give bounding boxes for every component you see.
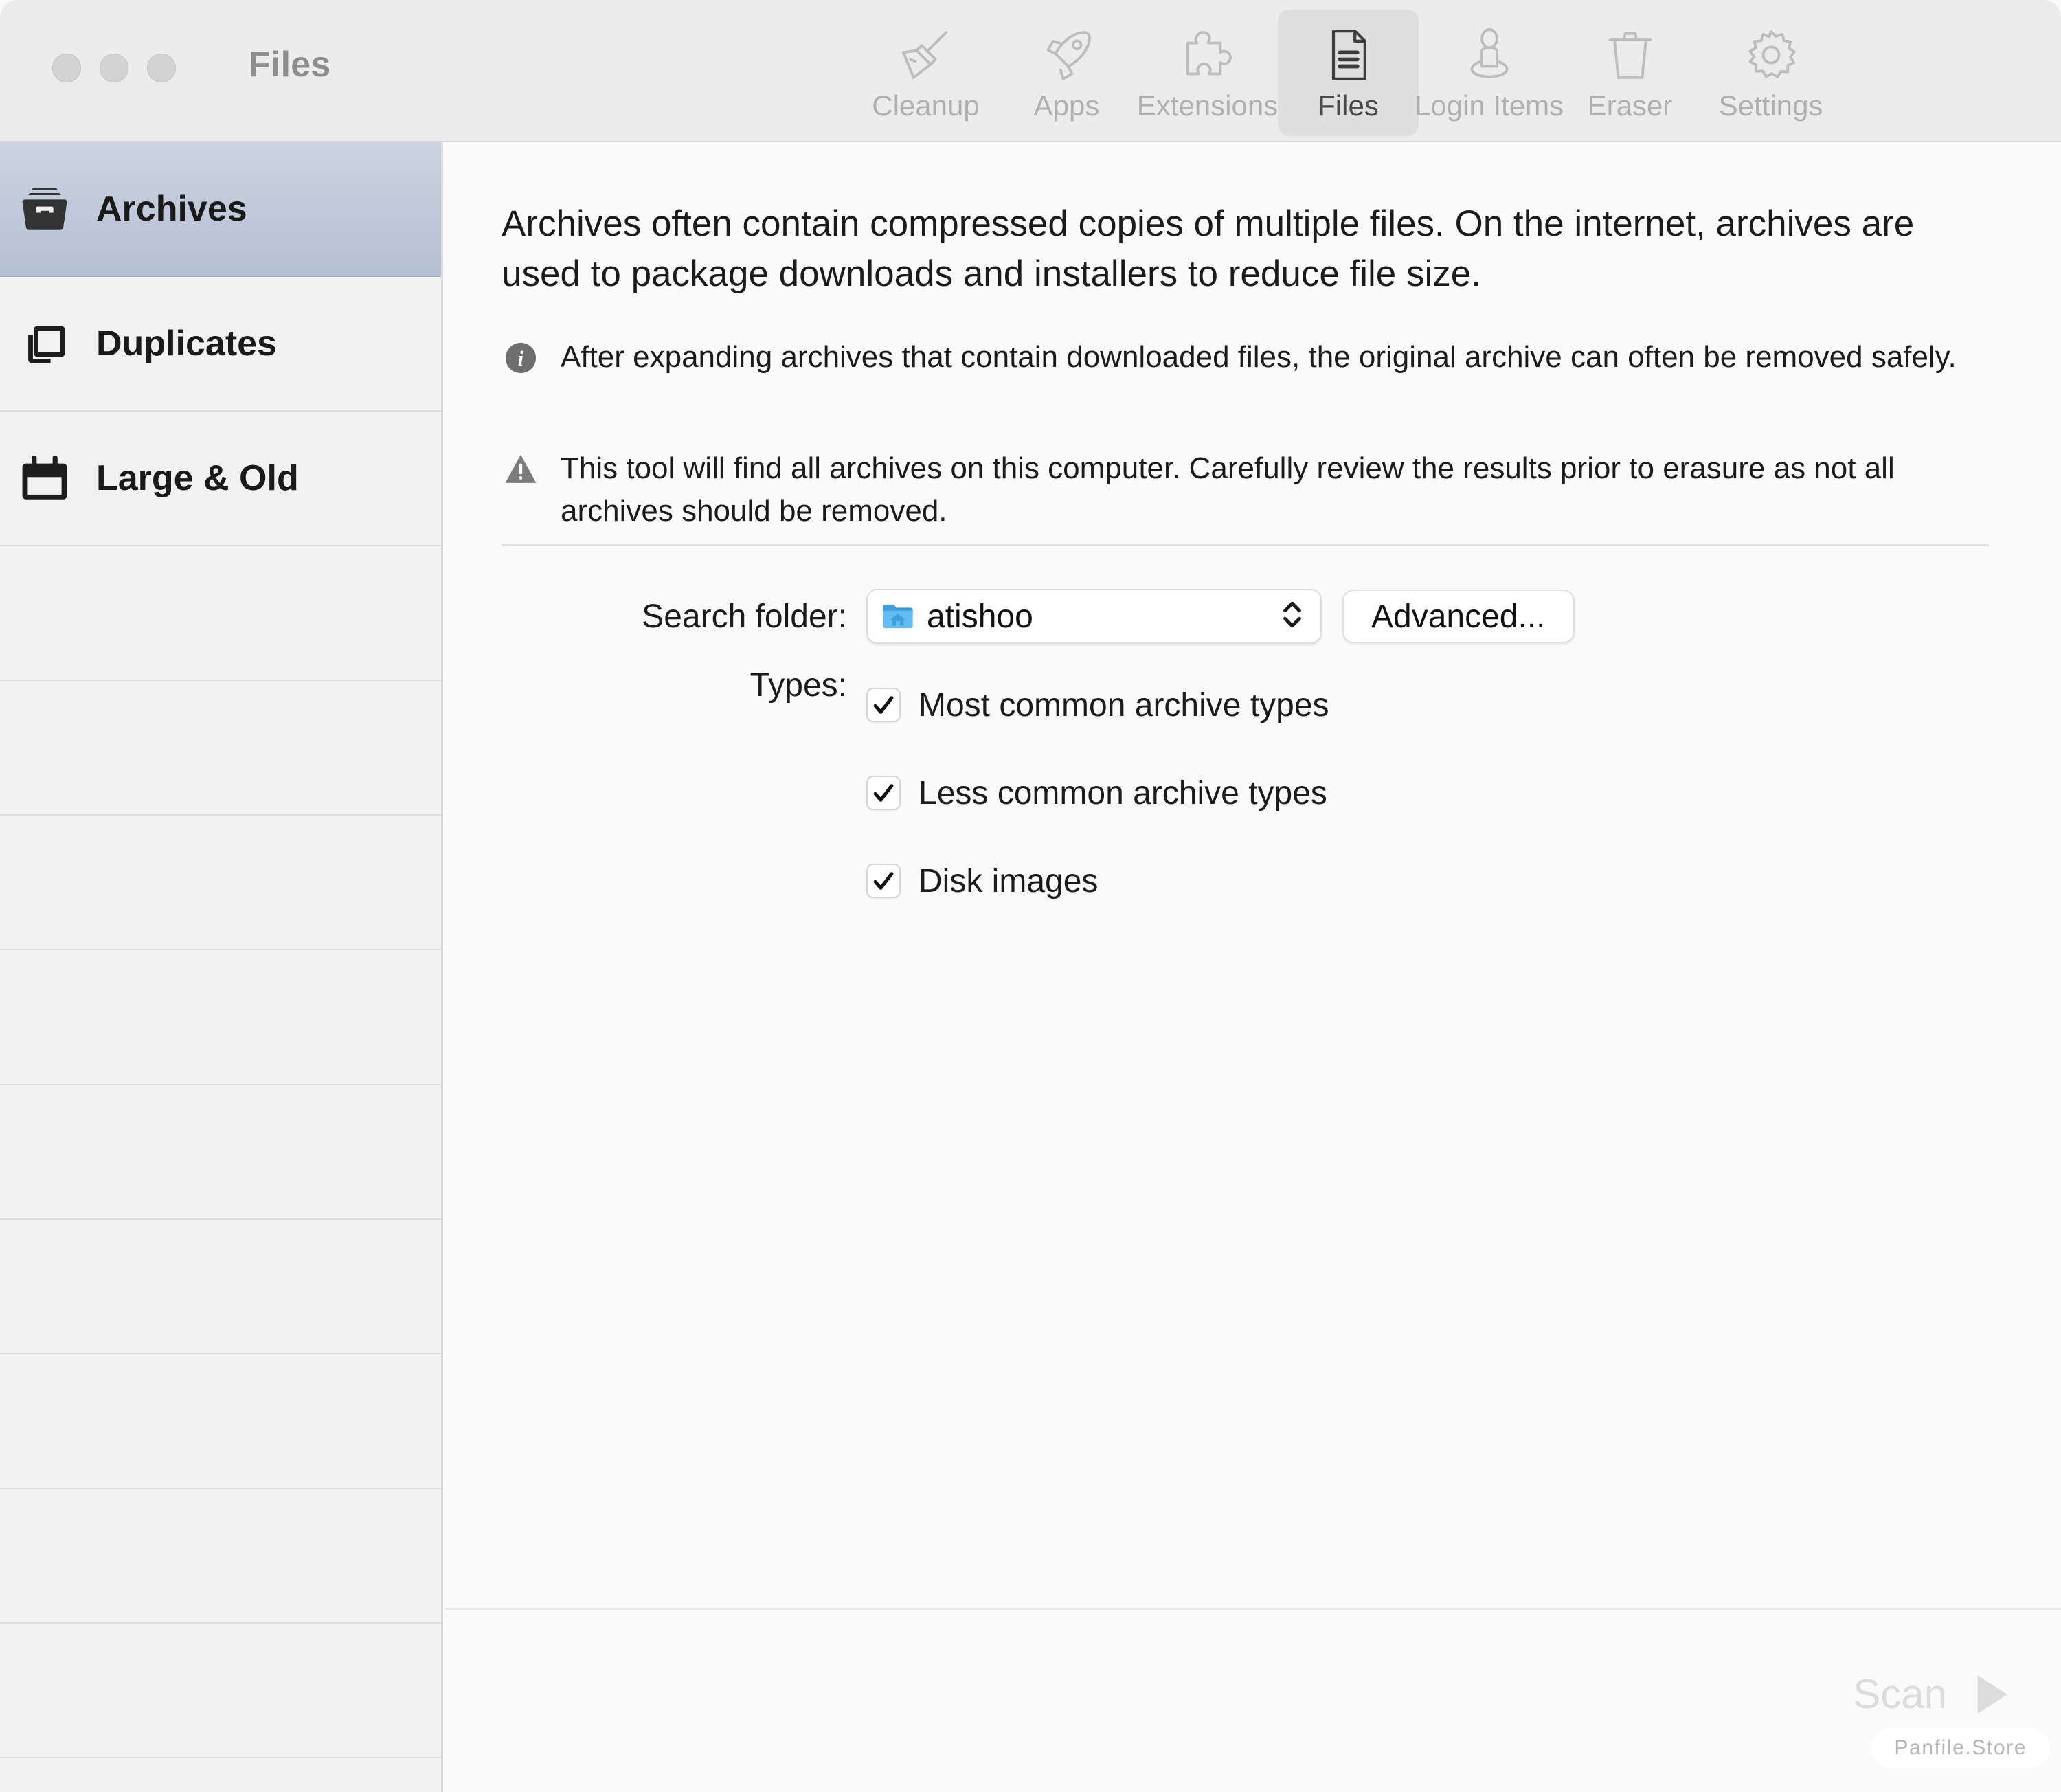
checkbox-row-most-common[interactable]: Most common archive types (866, 661, 1329, 749)
info-note-text: After expanding archives that contain do… (561, 340, 1957, 374)
warning-note-text: This tool will find all archives on this… (561, 451, 1895, 528)
sidebar-empty-row (0, 1085, 441, 1220)
scan-button[interactable]: Scan (1853, 1670, 2013, 1718)
bottom-bar: Scan Panfile.Store (445, 1608, 2061, 1792)
sidebar-empty-row (0, 816, 441, 950)
toolbar: Cleanup Apps Extensions Files Login Item… (855, 10, 1841, 136)
toolbar-label: Extensions (1136, 89, 1279, 122)
toolbar-item-eraser[interactable]: Eraser (1559, 10, 1700, 136)
search-folder-label: Search folder: (642, 598, 847, 635)
advanced-button[interactable]: Advanced... (1342, 590, 1575, 643)
scan-button-label: Scan (1853, 1671, 1947, 1717)
app-window: Files Cleanup Apps Extensions Files Logi… (0, 0, 2061, 1792)
window-title: Files (249, 45, 331, 85)
checkbox-label: Disk images (919, 862, 1099, 899)
home-folder-icon (880, 598, 916, 634)
search-folder-row: Search folder: atishoo Advanced... (445, 589, 2061, 644)
sidebar-empty-row (0, 1220, 441, 1354)
sidebar-empty-row (0, 681, 441, 816)
sidebar-empty-row (0, 1489, 441, 1624)
chevron-up-down-icon (1279, 595, 1305, 638)
play-triangle-icon (1970, 1672, 2013, 1717)
toolbar-item-apps[interactable]: Apps (996, 10, 1137, 136)
close-button[interactable] (52, 54, 81, 82)
checkbox-row-less-common[interactable]: Less common archive types (866, 749, 1329, 837)
toolbar-item-files[interactable]: Files (1278, 10, 1419, 136)
checkbox-disk-images[interactable] (866, 864, 901, 898)
svg-text:i: i (518, 347, 524, 370)
broom-icon (896, 25, 956, 85)
sidebar-item-label: Archives (96, 189, 247, 229)
main-content: Archives often contain compressed copies… (445, 142, 2061, 1792)
sidebar-empty-row (0, 1354, 441, 1489)
person-icon (1459, 25, 1520, 85)
info-note: i After expanding archives that contain … (502, 336, 1999, 379)
checkbox-label: Most common archive types (919, 686, 1329, 724)
checkbox-less-common[interactable] (866, 776, 901, 810)
traffic-light-group (52, 54, 176, 82)
toolbar-item-extensions[interactable]: Extensions (1137, 10, 1278, 136)
watermark-badge: Panfile.Store (1871, 1728, 2050, 1768)
checkbox-row-disk-images[interactable]: Disk images (866, 837, 1329, 925)
intro-paragraph: Archives often contain compressed copies… (502, 203, 1915, 294)
search-folder-value: atishoo (927, 598, 1033, 635)
checkbox-most-common[interactable] (866, 688, 901, 722)
sidebar-item-duplicates[interactable]: Duplicates (0, 277, 441, 412)
trash-icon (1600, 25, 1660, 85)
sidebar-empty-row (0, 950, 441, 1085)
content-divider (502, 544, 1989, 546)
calendar-icon (15, 450, 74, 506)
toolbar-label: Cleanup (872, 89, 980, 122)
sidebar-item-archives[interactable]: Archives (0, 142, 441, 277)
types-row: Types: Most common archive types Less co… (445, 661, 2061, 925)
toolbar-label: Eraser (1587, 89, 1673, 122)
checkbox-label: Less common archive types (919, 774, 1327, 811)
warning-note: This tool will find all archives on this… (502, 447, 1999, 533)
toolbar-item-login-items[interactable]: Login Items (1415, 10, 1564, 136)
zoom-button[interactable] (147, 54, 176, 82)
sidebar-item-large-and-old[interactable]: Large & Old (0, 412, 441, 546)
sidebar: Archives Duplicates Large & Old (0, 142, 443, 1792)
toolbar-label: Apps (1033, 89, 1100, 122)
gear-icon (1741, 25, 1801, 85)
document-icon (1318, 25, 1379, 85)
toolbar-label: Login Items (1414, 89, 1564, 122)
types-label: Types: (750, 667, 847, 704)
sidebar-item-label: Duplicates (96, 324, 277, 363)
toolbar-item-settings[interactable]: Settings (1700, 10, 1841, 136)
info-icon: i (502, 340, 540, 376)
titlebar: Files Cleanup Apps Extensions Files Logi… (0, 0, 2061, 142)
warning-icon (502, 451, 540, 487)
sidebar-empty-row (0, 546, 441, 681)
archive-box-icon (15, 181, 74, 237)
puzzle-piece-icon (1178, 25, 1238, 85)
search-folder-popup-button[interactable]: atishoo (866, 589, 1322, 644)
toolbar-label: Files (1318, 89, 1379, 122)
sidebar-empty-row (0, 1624, 441, 1758)
duplicate-icon (15, 315, 74, 372)
minimize-button[interactable] (100, 54, 128, 82)
toolbar-item-cleanup[interactable]: Cleanup (855, 10, 996, 136)
types-checkbox-group: Most common archive types Less common ar… (866, 661, 1329, 925)
sidebar-item-label: Large & Old (96, 458, 299, 498)
rocket-icon (1037, 25, 1097, 85)
toolbar-label: Settings (1718, 89, 1823, 122)
